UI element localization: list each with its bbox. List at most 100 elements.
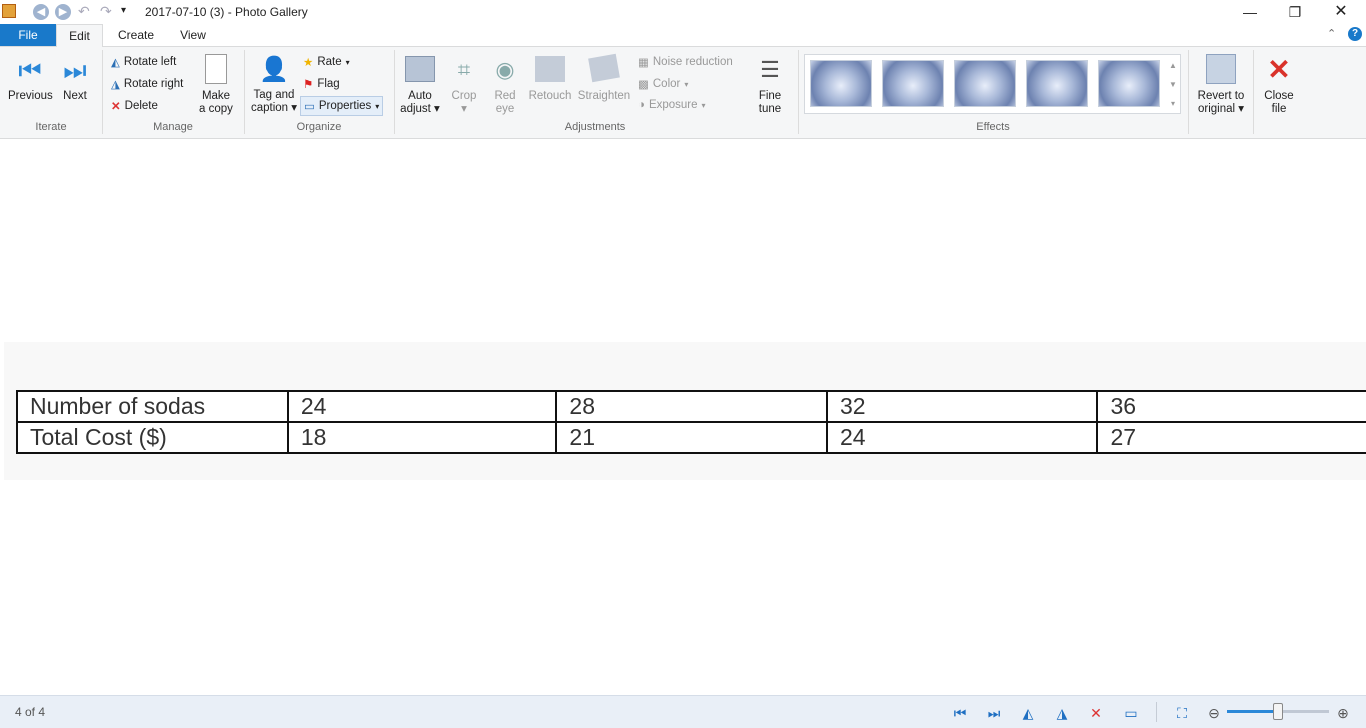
undo-icon[interactable]: ↶ xyxy=(78,3,90,20)
fine-tune-label-1: Fine xyxy=(758,90,782,102)
exposure-button[interactable]: ◑ Exposure ▾ xyxy=(638,99,706,111)
zoom-slider-thumb[interactable] xyxy=(1273,703,1283,720)
group-label-effects: Effects xyxy=(976,121,1010,133)
table-cell: 24 xyxy=(825,421,1099,454)
photo-position: 4 of 4 xyxy=(15,705,46,719)
color-label: Color xyxy=(652,78,681,90)
rotate-left-icon[interactable]: ◭ xyxy=(1018,705,1038,722)
table-cell: 18 xyxy=(286,421,558,454)
table-cell: 32 xyxy=(825,390,1099,423)
collapse-ribbon-icon[interactable]: ⌃ xyxy=(1327,27,1336,40)
group-label-adjustments: Adjustments xyxy=(564,121,626,133)
properties-button[interactable]: ▭ Properties ▾ xyxy=(300,96,384,116)
rotate-right-icon[interactable]: ◮ xyxy=(1052,705,1072,722)
forward-icon[interactable]: ▶ xyxy=(55,4,71,20)
properties-icon: ▭ xyxy=(304,101,315,113)
revert-to-original-button[interactable]: Revert to original ▾ xyxy=(1194,54,1248,116)
tab-create[interactable]: Create xyxy=(110,24,162,46)
app-icon xyxy=(2,4,16,18)
divider xyxy=(798,50,799,134)
fit-to-window-icon[interactable]: ⛶ xyxy=(1172,705,1192,722)
noise-reduction-button[interactable]: ▦ Noise reduction xyxy=(638,55,733,69)
table-row: Total Cost ($) 18 21 24 27 xyxy=(16,421,1366,454)
restore-button[interactable]: ❐ xyxy=(1272,2,1318,22)
rate-button[interactable]: ★ Rate ▾ xyxy=(303,55,350,69)
auto-adjust-button[interactable]: Auto adjust ▾ xyxy=(400,56,440,116)
rotate-right-icon: ◮ xyxy=(111,79,120,91)
revert-label-1: Revert to xyxy=(1197,90,1245,102)
color-button[interactable]: ▩ Color ▾ xyxy=(638,77,688,91)
next-label: Next xyxy=(63,90,87,102)
customize-quick-access-icon[interactable]: ▾ xyxy=(121,5,126,16)
retouch-button[interactable]: Retouch xyxy=(527,56,573,103)
back-icon[interactable]: ◀ xyxy=(33,4,49,20)
group-label-manage: Manage xyxy=(153,121,193,133)
help-icon[interactable]: ? xyxy=(1348,27,1362,41)
crop-button[interactable]: ⌗ Crop ▾ xyxy=(448,56,480,116)
exposure-label: Exposure xyxy=(648,99,698,111)
rotate-right-button[interactable]: ◮ Rotate right xyxy=(111,77,183,91)
effect-thumbnail[interactable] xyxy=(882,60,944,107)
table-cell: 24 xyxy=(286,390,558,423)
close-file-label-1: Close xyxy=(1264,90,1294,102)
tab-edit[interactable]: Edit xyxy=(56,24,103,47)
properties-label: Properties xyxy=(318,100,372,112)
tag-person-icon: 👤 xyxy=(259,56,289,83)
copy-icon xyxy=(205,54,227,84)
effect-thumbnail[interactable] xyxy=(1098,60,1160,107)
rate-label: Rate xyxy=(317,56,342,68)
effect-thumbnail[interactable] xyxy=(1026,60,1088,107)
next-photo-icon[interactable]: ⏭ xyxy=(984,705,1004,722)
previous-button[interactable]: ⏮ Previous xyxy=(8,55,53,103)
rotate-left-label: Rotate left xyxy=(123,56,177,68)
table-cell: 27 xyxy=(1096,421,1366,454)
revert-label-2: original xyxy=(1197,103,1236,115)
sliders-icon: ☰ xyxy=(760,57,780,82)
revert-icon xyxy=(1206,54,1236,84)
table-cell: 21 xyxy=(555,421,828,454)
tag-caption-button[interactable]: 👤 Tag and caption ▾ xyxy=(249,54,299,115)
make-copy-button[interactable]: Make a copy xyxy=(196,54,236,116)
tag-label-2: caption xyxy=(250,102,289,114)
next-icon: ⏭ xyxy=(63,55,87,85)
redo-icon[interactable]: ↷ xyxy=(100,3,112,20)
previous-icon: ⏮ xyxy=(18,55,42,85)
tag-label-1: Tag and xyxy=(253,89,295,101)
divider xyxy=(1156,702,1157,722)
divider xyxy=(1253,50,1254,134)
next-button[interactable]: ⏭ Next xyxy=(58,56,92,103)
eye-icon: ◉ xyxy=(495,57,515,82)
slideshow-icon[interactable]: ▭ xyxy=(1121,705,1141,722)
tab-view[interactable]: View xyxy=(170,24,216,46)
tab-file[interactable]: File xyxy=(0,24,56,46)
delete-icon[interactable]: ✕ xyxy=(1086,705,1106,722)
zoom-slider-fill xyxy=(1227,710,1278,713)
table-cell: Total Cost ($) xyxy=(16,421,289,454)
close-window-button[interactable]: ✕ xyxy=(1318,2,1364,22)
zoom-out-icon[interactable]: ⊖ xyxy=(1204,705,1224,722)
red-eye-button[interactable]: ◉ Red eye xyxy=(489,56,521,116)
minimize-button[interactable]: — xyxy=(1227,2,1273,22)
retouch-icon xyxy=(535,56,565,82)
auto-adjust-label-2: adjust xyxy=(400,103,431,115)
data-table: Number of sodas 24 28 32 36 Total Cost (… xyxy=(16,390,1366,454)
title-bar: ◀ ▶ ↶ ↷ ▾ 2017-07-10 (3) - Photo Gallery… xyxy=(0,0,1366,24)
flag-button[interactable]: ⚑ Flag xyxy=(303,77,340,91)
delete-label: Delete xyxy=(124,100,158,112)
gallery-scroll[interactable]: ▲ ▼ ▾ xyxy=(1167,56,1179,113)
table-cell: Number of sodas xyxy=(16,390,289,423)
close-file-button[interactable]: ✕ Close file xyxy=(1260,54,1298,116)
fine-tune-button[interactable]: ☰ Fine tune xyxy=(752,56,788,116)
straighten-button[interactable]: Straighten xyxy=(576,53,632,103)
delete-button[interactable]: ✕ Delete xyxy=(111,99,158,113)
rotate-left-button[interactable]: ◭ Rotate left xyxy=(111,55,176,69)
fine-tune-label-2: tune xyxy=(758,103,782,115)
effect-thumbnail[interactable] xyxy=(810,60,872,107)
noise-icon: ▦ xyxy=(638,57,649,69)
first-photo-icon[interactable]: ⏮ xyxy=(950,705,970,722)
table-row: Number of sodas 24 28 32 36 xyxy=(16,390,1366,423)
delete-icon: ✕ xyxy=(111,101,121,113)
effect-thumbnail[interactable] xyxy=(954,60,1016,107)
zoom-in-icon[interactable]: ⊕ xyxy=(1333,705,1353,722)
red-eye-label-1: Red xyxy=(494,90,516,102)
